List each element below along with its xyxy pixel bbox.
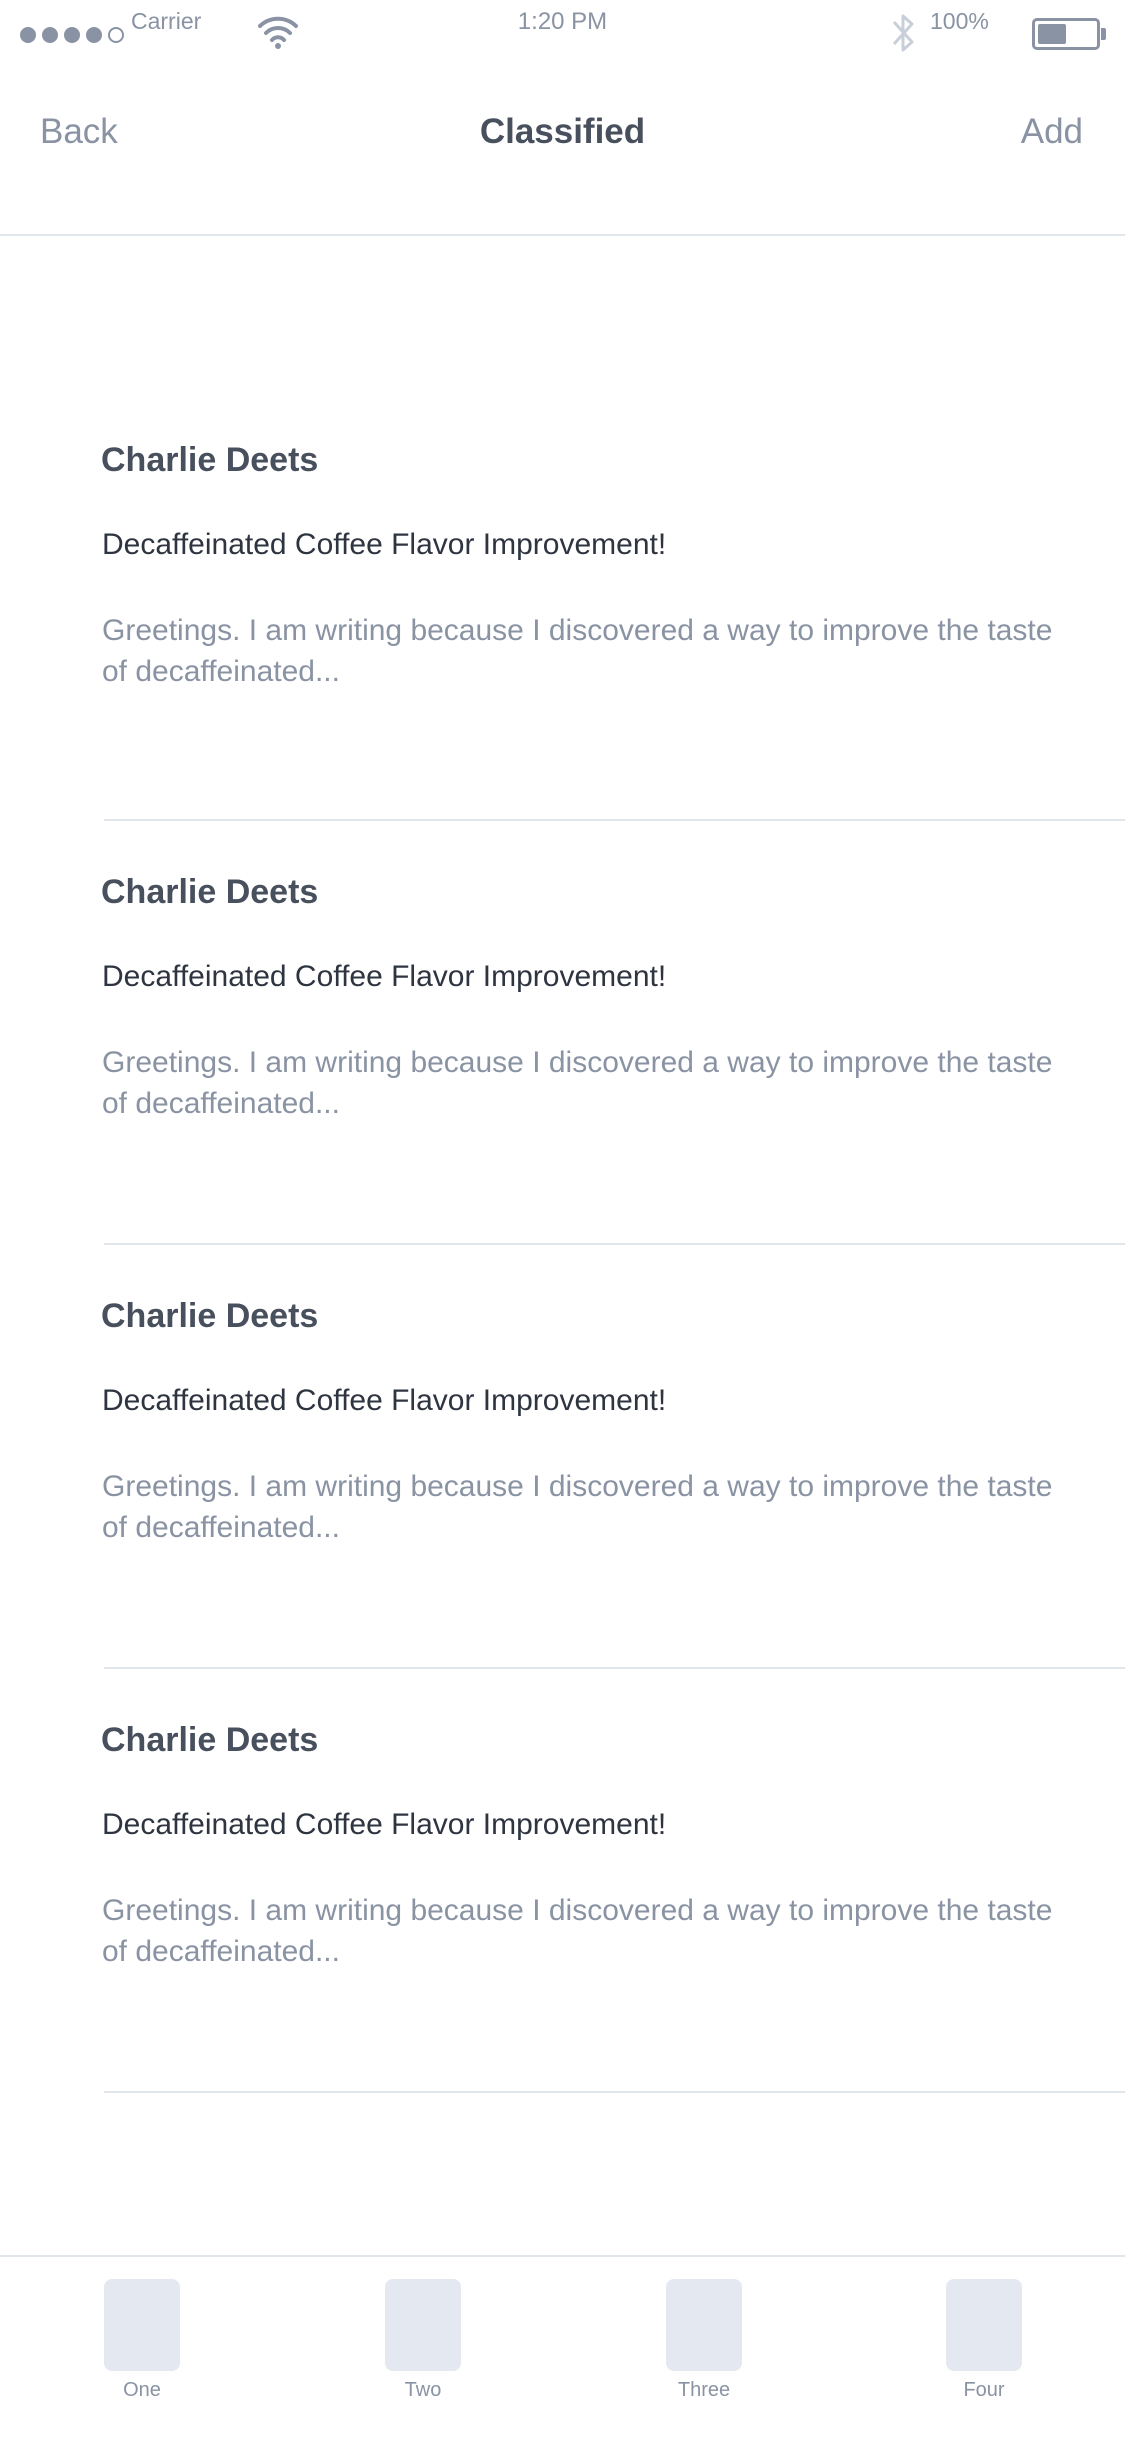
- tab-three[interactable]: Three: [634, 2279, 774, 2402]
- message-card[interactable]: Charlie Deets Decaffeinated Coffee Flavor…: [0, 236, 1125, 821]
- message-subject: Decaffeinated Coffee Flavor Improvement!: [102, 1808, 667, 1841]
- add-button[interactable]: Add: [1021, 112, 1083, 152]
- tab-label: Four: [963, 2379, 1005, 2401]
- placeholder-icon: [946, 2279, 1022, 2371]
- message-subject: Decaffeinated Coffee Flavor Improvement!: [102, 1384, 667, 1417]
- message-sender: Charlie Deets: [101, 1297, 319, 1335]
- message-excerpt: Greetings. I am writing because I discov…: [102, 1894, 1053, 1968]
- message-subject: Decaffeinated Coffee Flavor Improvement!: [102, 528, 667, 561]
- tab-label: Three: [677, 2379, 731, 2401]
- tab-one[interactable]: One: [72, 2279, 212, 2402]
- message-excerpt: Greetings. I am writing because I discov…: [102, 614, 1053, 688]
- message-card[interactable]: Charlie Deets Decaffeinated Coffee Flavor…: [0, 1668, 1125, 2093]
- placeholder-icon: [666, 2279, 742, 2371]
- placeholder-icon: [104, 2279, 180, 2371]
- battery-percent: 100%: [930, 8, 989, 34]
- placeholder-icon: [385, 2279, 461, 2371]
- battery-icon: [1032, 18, 1100, 50]
- navigation-bar: Back Classified Add: [0, 70, 1125, 236]
- card-divider: [104, 2091, 1125, 2093]
- message-card[interactable]: Charlie Deets Decaffeinated Coffee Flavor…: [0, 820, 1125, 1245]
- message-card[interactable]: Charlie Deets Decaffeinated Coffee Flavor…: [0, 1244, 1125, 1669]
- message-sender: Charlie Deets: [101, 1721, 319, 1759]
- message-sender: Charlie Deets: [101, 441, 319, 479]
- page-title: Classified: [479, 112, 646, 151]
- message-sender: Charlie Deets: [101, 873, 319, 911]
- tab-four[interactable]: Four: [914, 2279, 1054, 2402]
- message-excerpt: Greetings. I am writing because I discov…: [102, 1470, 1053, 1544]
- message-subject: Decaffeinated Coffee Flavor Improvement!: [102, 960, 667, 993]
- tab-bar: One Two Three Four: [0, 2255, 1125, 2438]
- bluetooth-icon: [888, 6, 920, 65]
- status-bar: Carrier 1:20 PM 100%: [0, 0, 1125, 70]
- tab-label: One: [123, 2379, 161, 2401]
- message-excerpt: Greetings. I am writing because I discov…: [102, 1046, 1053, 1120]
- tab-two[interactable]: Two: [353, 2279, 493, 2402]
- tab-label: Two: [404, 2379, 442, 2401]
